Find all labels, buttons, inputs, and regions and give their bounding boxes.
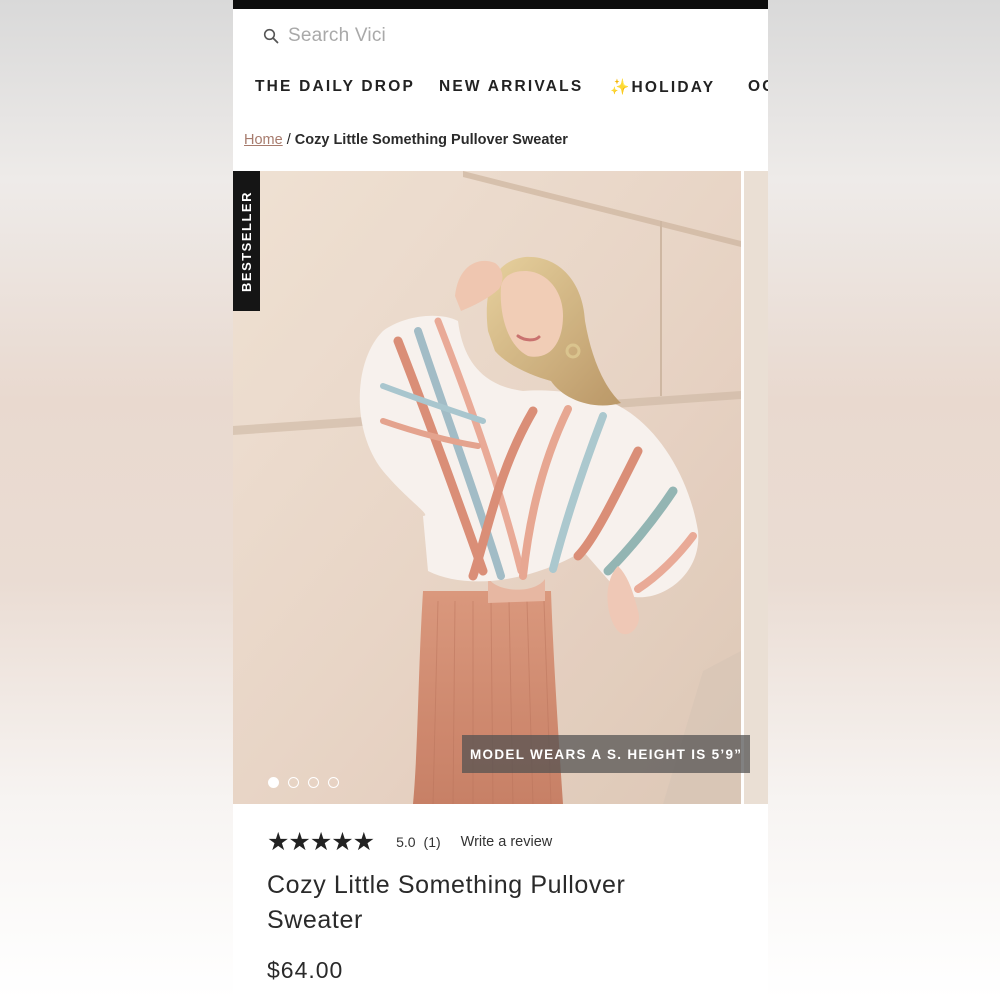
gallery-dot-1[interactable]	[268, 777, 279, 788]
product-title: Cozy Little Something Pullover Sweater	[267, 871, 626, 934]
background-blur-right	[768, 0, 1000, 1000]
background-blur-left	[0, 0, 233, 1000]
bestseller-badge-label: BESTSELLER	[239, 190, 254, 292]
top-bar	[233, 0, 768, 9]
write-review-link[interactable]: Write a review	[461, 834, 553, 850]
gallery-dot-4[interactable]	[328, 777, 339, 788]
product-photo[interactable]	[233, 171, 741, 804]
nav-item-holiday[interactable]: ✨HOLIDAY	[610, 78, 715, 97]
star-rating-icon[interactable]: ★★★★★	[267, 827, 375, 857]
search-icon	[263, 28, 279, 44]
bestseller-badge: BESTSELLER	[233, 171, 260, 311]
next-slide-peek[interactable]	[744, 171, 768, 804]
breadcrumb-current: Cozy Little Something Pullover Sweater	[294, 132, 568, 148]
product-image-gallery[interactable]: BESTSELLER MODEL WEARS A S. HEIGHT IS 5’…	[233, 171, 768, 804]
product-rating: ★★★★★ 5.0 (1) Write a review	[267, 827, 552, 857]
gallery-pagination	[268, 777, 339, 788]
product-price: $64.00	[267, 957, 344, 983]
search-bar[interactable]: Search Vici	[263, 22, 386, 50]
nav-item-overflow[interactable]: OC	[748, 78, 768, 96]
nav-item-new-arrivals[interactable]: NEW ARRIVALS	[439, 78, 583, 96]
breadcrumb-separator: /	[286, 132, 291, 148]
nav-item-daily-drop[interactable]: THE DAILY DROP	[255, 78, 415, 96]
breadcrumb: Home / Cozy Little Something Pullover Sw…	[244, 132, 568, 148]
review-count[interactable]: (1)	[424, 834, 441, 850]
rating-value: 5.0	[396, 834, 416, 850]
search-input[interactable]: Search Vici	[288, 25, 386, 47]
mobile-page: Search Vici THE DAILY DROP NEW ARRIVALS …	[233, 0, 768, 1000]
model-size-caption: MODEL WEARS A S. HEIGHT IS 5’9”	[462, 735, 751, 773]
gallery-dot-2[interactable]	[288, 777, 299, 788]
gallery-dot-3[interactable]	[308, 777, 319, 788]
breadcrumb-home-link[interactable]: Home	[244, 132, 283, 148]
